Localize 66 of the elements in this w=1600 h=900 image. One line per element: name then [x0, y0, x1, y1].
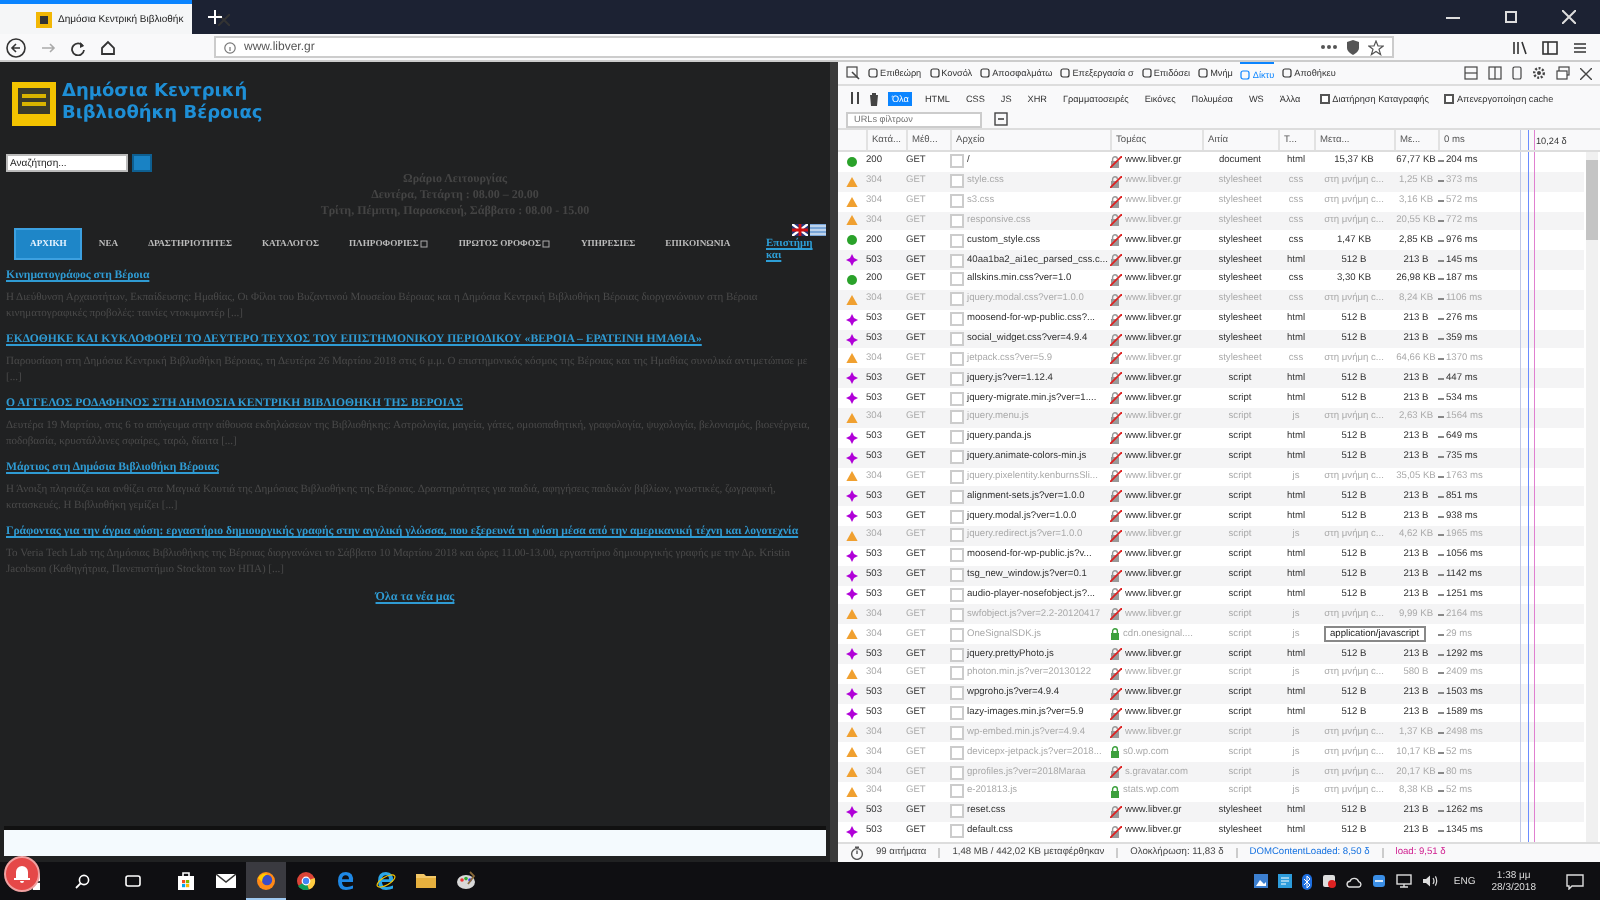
chrome-icon: [296, 870, 316, 890]
dock-icon[interactable]: [1464, 66, 1478, 80]
trash-icon[interactable]: [868, 91, 880, 105]
reload-icon[interactable]: [70, 39, 86, 55]
e-letter-icon: [336, 870, 356, 890]
library-icon[interactable]: [1512, 39, 1528, 55]
logo-icon: [12, 82, 56, 126]
scrollbar[interactable]: [1586, 152, 1598, 842]
network-icon[interactable]: [1395, 874, 1412, 888]
envelope-icon: [216, 870, 236, 890]
maximize-icon[interactable]: [1504, 10, 1518, 24]
document-app-icon[interactable]: [1277, 874, 1292, 888]
waterfall-cell: [1494, 467, 1590, 487]
tool-icon: [1240, 69, 1251, 79]
cloud-icon[interactable]: [1345, 875, 1362, 887]
union-flag-icon: [792, 224, 808, 236]
home-icon[interactable]: [100, 39, 116, 55]
menu-icon[interactable]: [1572, 39, 1588, 55]
search-icon[interactable]: [74, 873, 90, 889]
folder-icon: [416, 870, 436, 890]
greek-flag-icon: [810, 224, 826, 236]
close-icon[interactable]: [1580, 67, 1592, 79]
plus-icon[interactable]: [208, 10, 222, 24]
tool-icon: [980, 68, 991, 78]
settings-icon[interactable]: [1532, 66, 1546, 80]
waterfall-cell: [1494, 703, 1590, 723]
filter-options-icon[interactable]: [994, 112, 1008, 126]
tool-icon: [1198, 68, 1209, 78]
task-view-icon[interactable]: [124, 874, 142, 888]
waterfall-cell: [1494, 191, 1590, 212]
volume-icon[interactable]: [1421, 874, 1438, 888]
waterfall-cell: [1494, 348, 1590, 369]
split-icon[interactable]: [1488, 66, 1502, 80]
palette-icon: [456, 870, 476, 890]
back-icon[interactable]: [6, 37, 26, 57]
shield-badge-icon[interactable]: [1321, 874, 1336, 888]
sidebar-icon[interactable]: [1542, 39, 1558, 55]
pause-icon[interactable]: [850, 92, 860, 104]
more-icon[interactable]: [1320, 44, 1338, 50]
window-icon[interactable]: [1556, 66, 1570, 80]
checkbox[interactable]: [1444, 93, 1455, 103]
tool-icon: [868, 68, 878, 78]
drive-icon[interactable]: [1371, 874, 1386, 888]
bluetooth-icon[interactable]: [1301, 873, 1312, 889]
waterfall-cell: [1494, 821, 1590, 842]
info-icon: [224, 41, 236, 53]
phone-icon[interactable]: [1512, 66, 1522, 80]
book-icon: [36, 11, 52, 27]
close-icon[interactable]: [217, 13, 230, 25]
waterfall-cell: [1494, 585, 1590, 605]
tool-icon: [1060, 68, 1071, 78]
checkbox[interactable]: [1320, 93, 1331, 103]
stopwatch-icon[interactable]: [850, 846, 864, 860]
tool-icon: [929, 68, 940, 78]
tool-icon: [1282, 68, 1293, 78]
e-ring-icon: [376, 870, 396, 890]
star-icon[interactable]: [1368, 39, 1384, 55]
logo-text: Δημόσια Κεντρική Βιβλιοθήκη Βέροιας: [62, 82, 263, 126]
taskbar-app[interactable]: [246, 862, 286, 900]
notification-icon[interactable]: [1566, 873, 1584, 889]
shopping-bag-icon: [176, 870, 196, 890]
fox-globe-icon: [256, 870, 276, 890]
tool-icon: [1141, 68, 1152, 78]
photo-app-icon[interactable]: [1253, 874, 1268, 888]
shield-icon[interactable]: [1346, 39, 1360, 55]
picker-icon[interactable]: [846, 66, 860, 80]
